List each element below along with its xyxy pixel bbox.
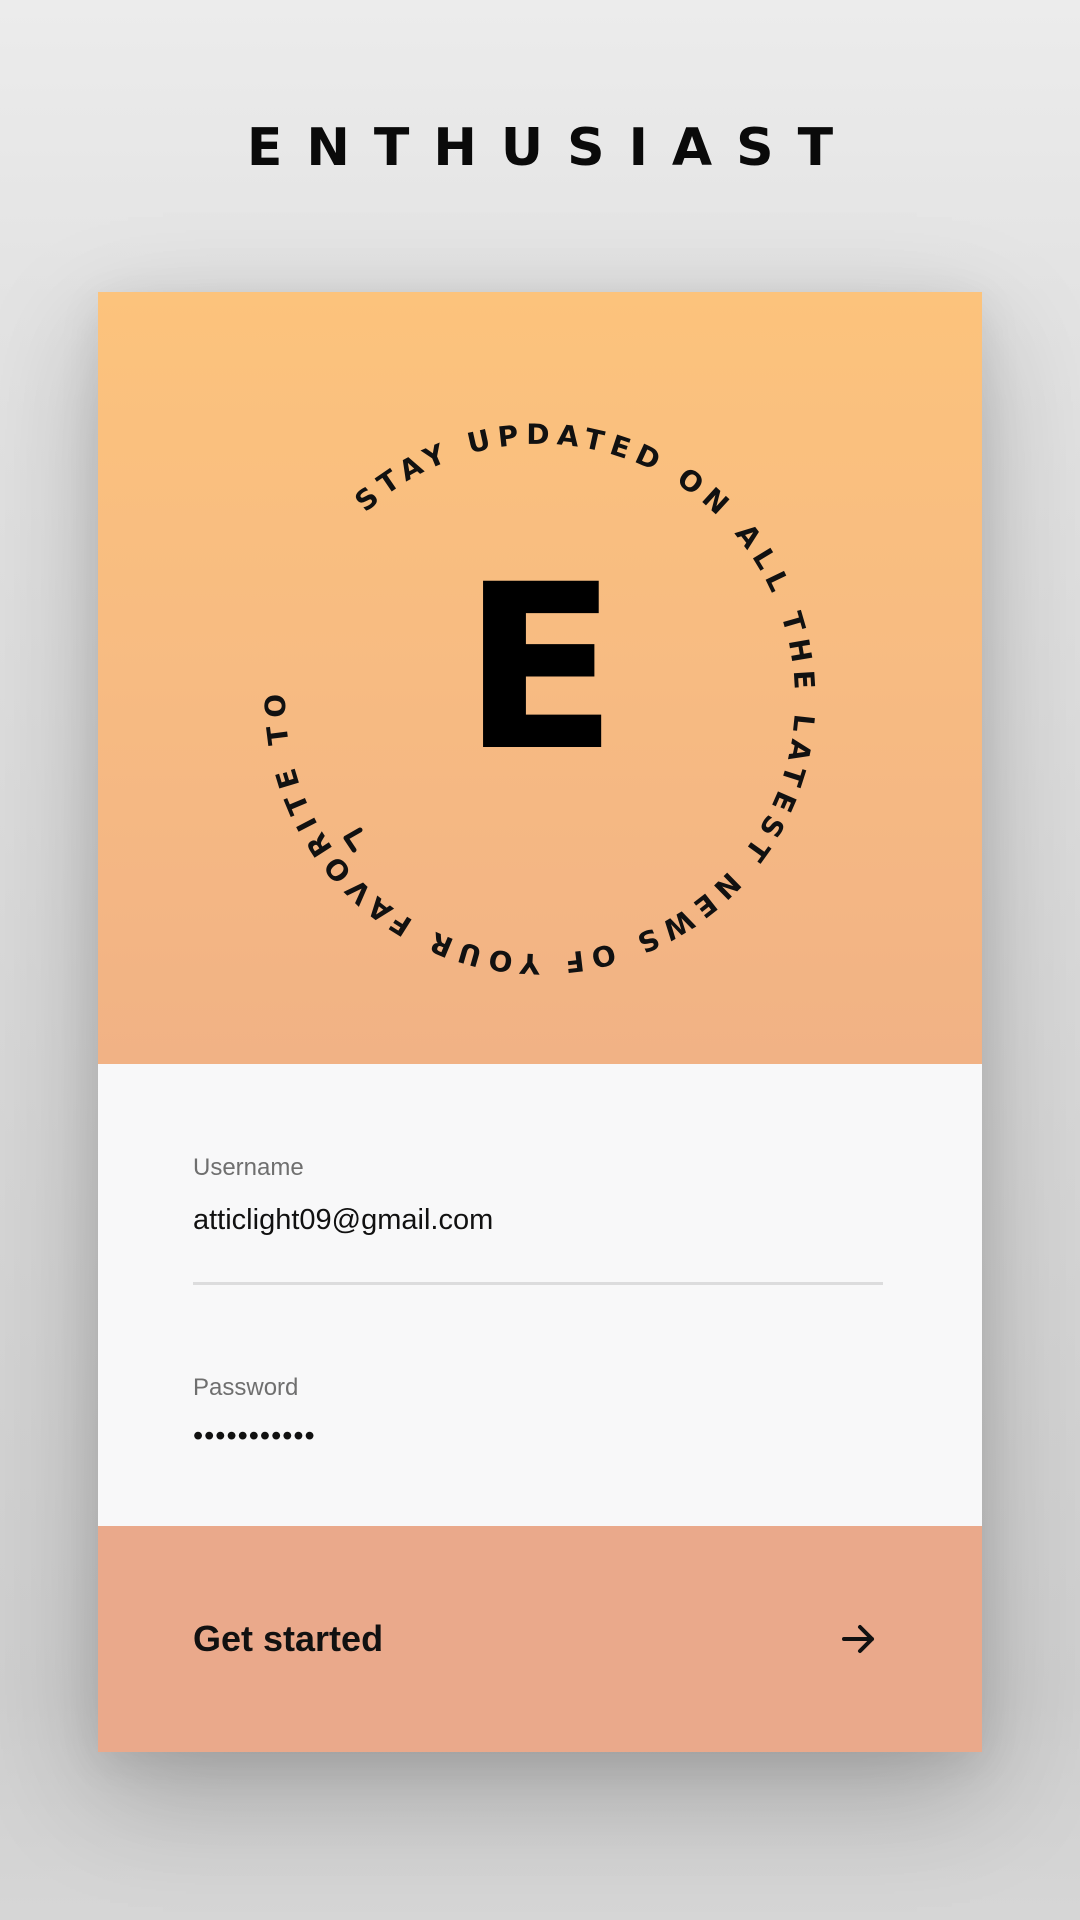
get-started-button[interactable]: Get started — [98, 1526, 982, 1752]
hero-panel: STAY UPDATED ON ALL THE LATEST NEWS OF Y… — [98, 292, 982, 1064]
badge-tagline: STAY UPDATED ON ALL THE LATEST NEWS OF Y… — [98, 292, 821, 980]
username-label: Username — [193, 1154, 304, 1181]
badge-arrow-icon — [343, 827, 363, 853]
username-underline — [193, 1282, 883, 1285]
arrow-right-icon — [842, 1625, 874, 1653]
badge-emblem: STAY UPDATED ON ALL THE LATEST NEWS OF Y… — [98, 292, 821, 980]
login-card: STAY UPDATED ON ALL THE LATEST NEWS OF Y… — [98, 292, 982, 1752]
password-label: Password — [193, 1374, 299, 1401]
password-field[interactable]: ••••••••••• — [193, 1420, 316, 1453]
login-form: Username atticlight09@gmail.com Password… — [98, 1064, 982, 1526]
brand-title: ENTHUSIAST — [246, 118, 858, 178]
get-started-label: Get started — [193, 1618, 384, 1659]
badge-letter: E — [462, 535, 618, 801]
username-field[interactable]: atticlight09@gmail.com — [193, 1204, 493, 1237]
